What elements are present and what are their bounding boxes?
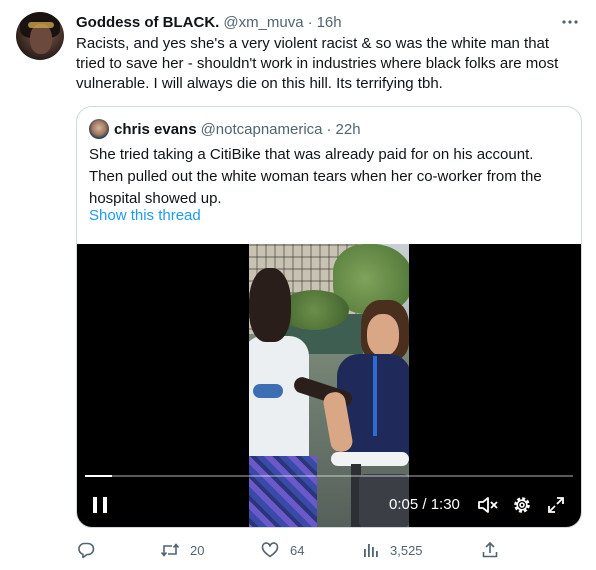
video-player[interactable]: 0:05 / 1:30 xyxy=(77,244,581,527)
retweet-count: 20 xyxy=(190,542,205,558)
pause-button[interactable] xyxy=(89,494,111,516)
avatar-face xyxy=(30,24,52,54)
quote-author-handle: @notcapnamerica xyxy=(200,120,323,138)
reply-icon xyxy=(76,540,96,560)
views-icon xyxy=(360,540,380,560)
video-time: 0:05 / 1:30 xyxy=(389,496,460,513)
heart-icon xyxy=(260,540,280,560)
share-icon xyxy=(480,540,500,560)
author-handle[interactable]: @xm_muva xyxy=(223,14,303,31)
author-name[interactable]: Goddess of BLACK. xyxy=(76,14,219,31)
video-progress-fill xyxy=(85,475,112,477)
video-frame xyxy=(249,244,409,527)
fullscreen-button[interactable] xyxy=(545,494,567,516)
pause-icon xyxy=(93,497,107,513)
tweet-text: Racists, and yes she's a very violent ra… xyxy=(76,34,580,94)
ellipsis-icon xyxy=(562,20,578,24)
tweet-text-line: vulnerable. I will always die on this hi… xyxy=(76,75,443,92)
frame-shirt-logo xyxy=(253,384,283,398)
retweet-icon xyxy=(160,540,180,560)
tweet-time[interactable]: 16h xyxy=(317,14,342,31)
mute-button[interactable] xyxy=(477,494,499,516)
tweet-header: Goddess of BLACK. @xm_muva · 16h xyxy=(76,12,342,32)
quote-text-line: Then pulled out the white woman tears wh… xyxy=(89,168,542,185)
quote-time: 22h xyxy=(335,120,361,138)
frame-man-body xyxy=(249,336,309,466)
avatar-accessory xyxy=(28,22,54,28)
frame-bike xyxy=(323,440,409,527)
tweet-text-line: tried to save her - shouldn't work in in… xyxy=(76,55,559,72)
separator-dot: · xyxy=(307,13,313,31)
views-button[interactable]: 3,525 xyxy=(360,540,423,560)
retweet-button[interactable]: 20 xyxy=(160,540,204,560)
like-count: 64 xyxy=(290,542,305,558)
fullscreen-icon xyxy=(548,497,564,513)
frame-man-pants xyxy=(249,456,317,527)
show-thread-link[interactable]: Show this thread xyxy=(89,207,201,224)
quote-text: She tried taking a CitiBike that was alr… xyxy=(89,144,571,210)
settings-icon xyxy=(514,497,530,513)
reply-button[interactable] xyxy=(76,540,106,560)
settings-button[interactable] xyxy=(511,494,533,516)
frame-bike-handlebar xyxy=(331,452,409,466)
frame-man-head xyxy=(249,268,291,342)
separator-dot: · xyxy=(326,120,332,138)
more-options-button[interactable] xyxy=(560,12,580,32)
tweet-actions: 20 64 3,525 xyxy=(76,540,580,560)
video-progress-track[interactable] xyxy=(85,475,573,477)
author-avatar[interactable] xyxy=(16,12,64,60)
quote-author-name: chris evans xyxy=(114,120,197,138)
share-button[interactable] xyxy=(480,540,500,560)
quote-author-avatar xyxy=(89,119,109,139)
frame-lanyard xyxy=(373,356,377,436)
mute-icon xyxy=(478,497,498,513)
tweet-text-line: Racists, and yes she's a very violent ra… xyxy=(76,35,550,52)
quote-header: chris evans @notcapnamerica · 22h xyxy=(114,119,361,139)
frame-woman-face xyxy=(367,314,399,356)
quote-text-line: She tried taking a CitiBike that was alr… xyxy=(89,146,534,163)
quoted-tweet[interactable]: chris evans @notcapnamerica · 22h She tr… xyxy=(76,106,582,528)
like-button[interactable]: 64 xyxy=(260,540,304,560)
views-count: 3,525 xyxy=(390,542,423,558)
